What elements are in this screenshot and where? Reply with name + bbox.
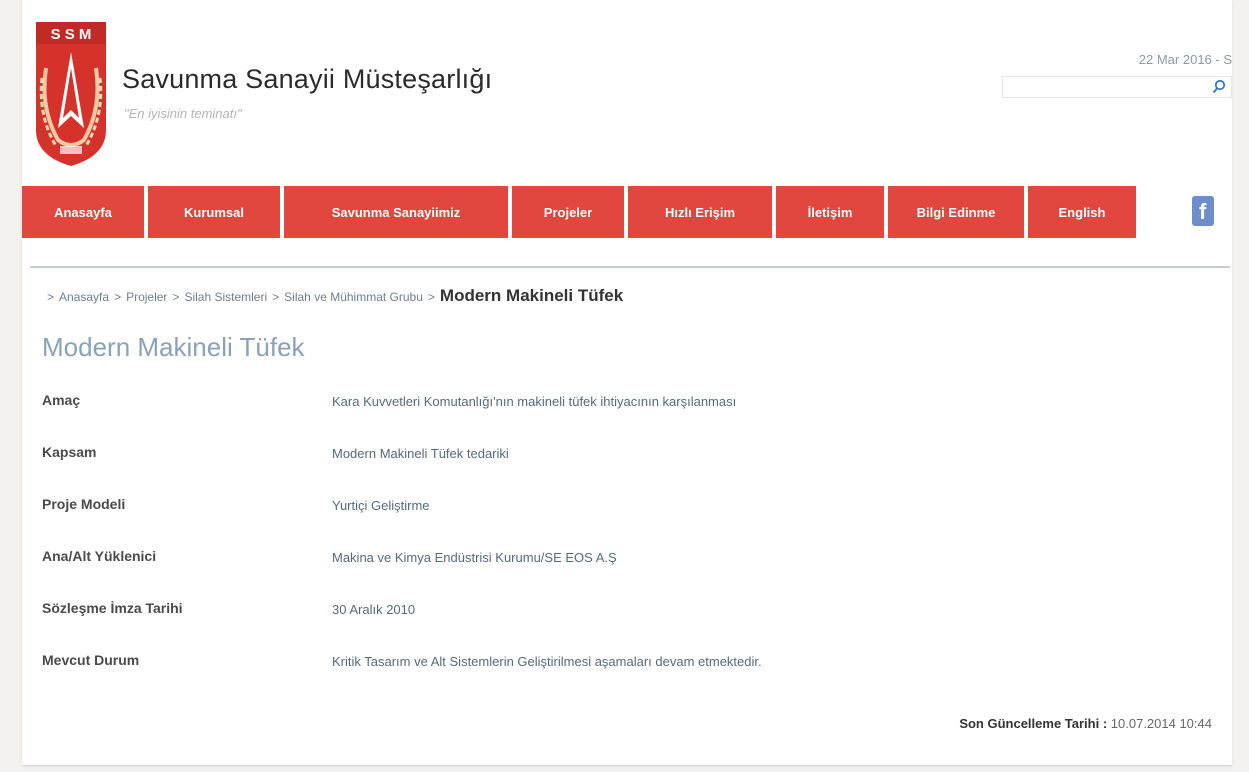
detail-row-mevcut-durum: Mevcut Durum Kritik Tasarım ve Alt Siste… [42, 652, 1222, 704]
detail-value: Kara Kuvvetleri Komutanlığı'nın makineli… [332, 394, 737, 409]
detail-value: Yurtiçi Geliştirme [332, 498, 430, 513]
breadcrumb-item-silah-sistemleri[interactable]: Silah Sistemleri [184, 290, 267, 304]
nav-divider [30, 266, 1230, 268]
breadcrumb: > Anasayfa > Projeler > Silah Sistemleri… [42, 286, 623, 306]
detail-row-proje-modeli: Proje Modeli Yurtiçi Geliştirme [42, 496, 1222, 548]
bottom-divider [22, 765, 1232, 766]
breadcrumb-separator: > [172, 290, 180, 304]
tagline: "En iyisinin teminatı" [124, 106, 242, 121]
last-updated-value: 10.07.2014 10:44 [1110, 716, 1212, 731]
nav-item-bilgi-edinme[interactable]: Bilgi Edinme [888, 186, 1024, 238]
detail-label: Amaç [42, 392, 81, 408]
site-title[interactable]: Savunma Sanayii Müsteşarlığı [122, 64, 492, 95]
detail-row-amac: Amaç Kara Kuvvetleri Komutanlığı'nın mak… [42, 392, 1222, 444]
detail-label: Kapsam [42, 444, 97, 460]
detail-value: Kritik Tasarım ve Alt Sistemlerin Gelişt… [332, 654, 762, 669]
detail-label: Sözleşme İmza Tarihi [42, 600, 183, 616]
project-details: Amaç Kara Kuvvetleri Komutanlığı'nın mak… [42, 392, 1222, 704]
detail-row-sozlesme-tarihi: Sözleşme İmza Tarihi 30 Aralık 2010 [42, 600, 1222, 652]
nav-item-kurumsal[interactable]: Kurumsal [148, 186, 280, 238]
detail-value: 30 Aralık 2010 [332, 602, 416, 617]
breadcrumb-item-anasayfa[interactable]: Anasayfa [59, 290, 109, 304]
nav-item-anasayfa[interactable]: Anasayfa [22, 186, 144, 238]
breadcrumb-item-projeler[interactable]: Projeler [126, 290, 167, 304]
breadcrumb-separator: > [114, 290, 122, 304]
nav-item-english[interactable]: English [1028, 186, 1136, 238]
logo-text: S S M [51, 26, 92, 43]
current-date: 22 Mar 2016 - S [1138, 52, 1232, 67]
search-input[interactable] [1002, 76, 1232, 98]
ssm-logo[interactable]: S S M [32, 18, 110, 168]
nav-item-projeler[interactable]: Projeler [512, 186, 624, 238]
nav-item-hizli-erisim[interactable]: Hızlı Erişim [628, 186, 772, 238]
breadcrumb-current: Modern Makineli Tüfek [439, 286, 624, 305]
detail-value: Modern Makineli Tüfek tedariki [332, 446, 509, 461]
detail-label: Ana/Alt Yüklenici [42, 548, 157, 564]
detail-label: Proje Modeli [42, 496, 126, 512]
nav-item-savunma-sanayiimiz[interactable]: Savunma Sanayiimiz [284, 186, 508, 238]
detail-row-kapsam: Kapsam Modern Makineli Tüfek tedariki [42, 444, 1222, 496]
facebook-icon[interactable]: f [1192, 196, 1214, 226]
page: S S M Savunma Sanayii Müsteşarlığı "En i… [22, 0, 1232, 766]
last-updated-label: Son Güncelleme Tarihi : [959, 716, 1108, 731]
page-title: Modern Makineli Tüfek [42, 332, 305, 362]
nav-item-iletisim[interactable]: İletişim [776, 186, 884, 238]
detail-value: Makina ve Kimya Endüstrisi Kurumu/SE EOS… [332, 550, 617, 565]
main-nav: Anasayfa Kurumsal Savunma Sanayiimiz Pro… [22, 186, 1172, 238]
breadcrumb-item-silah-muhimmat[interactable]: Silah ve Mühimmat Grubu [284, 290, 423, 304]
detail-row-yuklenici: Ana/Alt Yüklenici Makina ve Kimya Endüst… [42, 548, 1222, 600]
last-updated: Son Güncelleme Tarihi : 10.07.2014 10:44 [959, 716, 1212, 731]
search-icon[interactable] [1211, 79, 1227, 95]
breadcrumb-separator: > [427, 290, 435, 304]
breadcrumb-separator: > [272, 290, 280, 304]
breadcrumb-separator: > [47, 290, 55, 304]
detail-label: Mevcut Durum [42, 652, 140, 668]
